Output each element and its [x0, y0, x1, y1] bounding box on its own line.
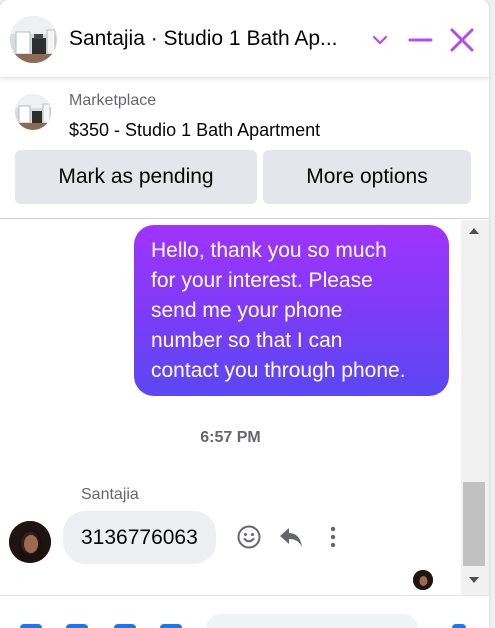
scrollbar-thumb[interactable] [463, 482, 485, 566]
message-composer [0, 595, 489, 628]
chat-header: Santajia · Studio 1 Bath Ap... [0, 0, 489, 78]
message-line: contact you through phone. [151, 359, 406, 382]
gif-icon[interactable] [160, 624, 182, 628]
more-vertical-icon[interactable] [320, 524, 346, 550]
sticker-icon[interactable] [114, 624, 136, 628]
listing-title[interactable]: $350 - Studio 1 Bath Apartment [69, 120, 320, 141]
chat-window: Santajia · Studio 1 Bath Ap... Marketpla… [0, 0, 489, 628]
emoji-react-icon[interactable] [236, 524, 262, 550]
message-line: send me your phone [151, 299, 343, 322]
mark-as-pending-button[interactable]: Mark as pending [15, 150, 257, 204]
chat-title[interactable]: Santajia · Studio 1 Bath Ap... [69, 27, 359, 51]
incoming-message-text: 3136776063 [81, 525, 198, 549]
listing-source: Marketplace [69, 92, 157, 109]
listing-avatar[interactable] [10, 16, 57, 63]
like-icon[interactable] [452, 624, 466, 628]
photo-icon[interactable] [66, 624, 88, 628]
scroll-up-arrow-icon[interactable] [469, 228, 479, 234]
add-icon[interactable] [20, 624, 42, 628]
sender-name: Santajia [81, 486, 139, 503]
listing-thumbnail[interactable] [15, 94, 51, 130]
reply-icon[interactable] [278, 524, 304, 550]
scroll-down-arrow-icon[interactable] [469, 577, 479, 583]
message-line: Hello, thank you so much [151, 239, 387, 262]
outgoing-message-bubble[interactable]: Hello, thank you so much for your intere… [134, 225, 449, 396]
message-input[interactable] [206, 614, 418, 628]
message-list: Hello, thank you so much for your intere… [0, 220, 461, 595]
message-timestamp: 6:57 PM [200, 429, 261, 446]
chevron-down-icon[interactable] [365, 26, 395, 56]
incoming-message-bubble[interactable]: 3136776063 [63, 511, 216, 564]
close-icon[interactable] [447, 26, 477, 56]
message-line: for your interest. Please [151, 269, 373, 292]
minimize-icon[interactable] [405, 26, 435, 56]
marketplace-listing: Marketplace $350 - Studio 1 Bath Apartme… [0, 78, 489, 219]
scrollbar[interactable] [461, 220, 489, 595]
seen-avatar [413, 570, 433, 590]
message-line: number so that I can [151, 329, 343, 352]
more-options-button[interactable]: More options [263, 150, 471, 204]
sender-avatar[interactable] [9, 521, 51, 563]
